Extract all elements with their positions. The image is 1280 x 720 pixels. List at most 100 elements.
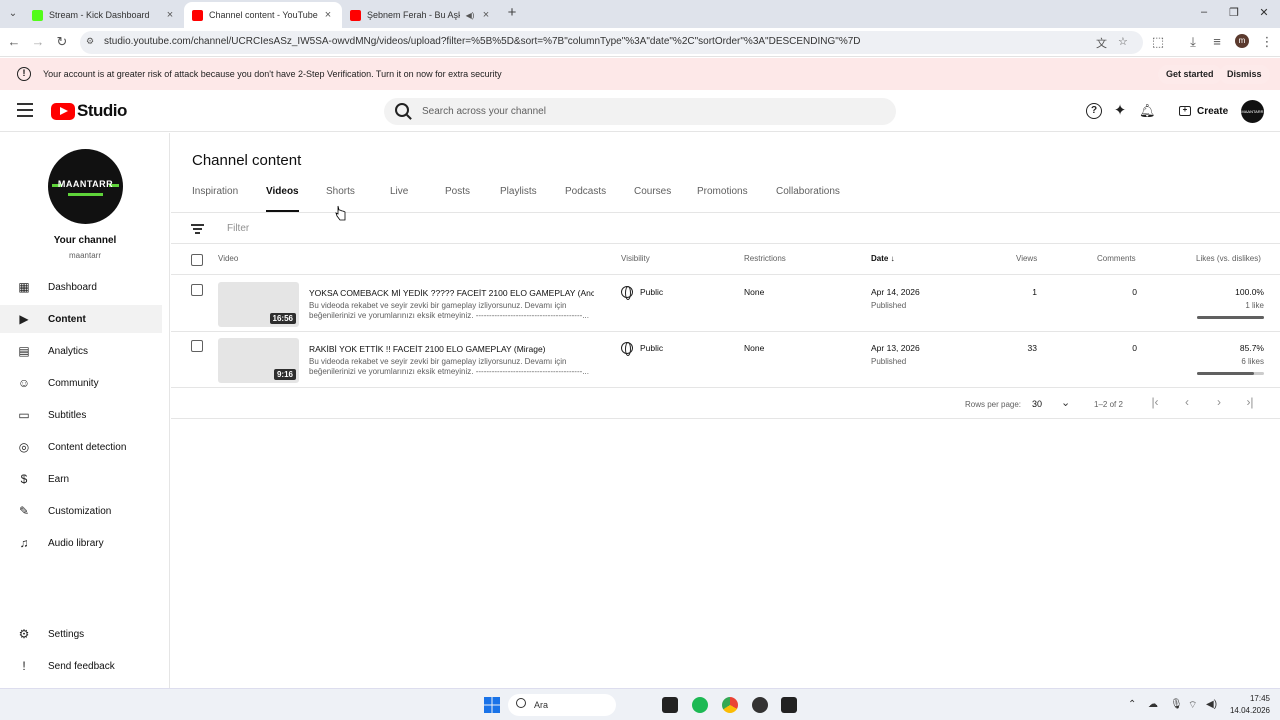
first-page-icon[interactable]: |‹ [1148, 395, 1162, 409]
sidebar-item-send-feedback[interactable]: ! Send feedback [0, 652, 162, 680]
dismiss-button[interactable]: Dismiss [1219, 65, 1270, 84]
rows-per-page-select[interactable]: 30 [1032, 399, 1042, 409]
sidebar-item-label: Send feedback [48, 660, 115, 672]
clock[interactable]: 17:45 14.04.2026 [1220, 693, 1270, 717]
tab-posts[interactable]: Posts [445, 186, 470, 212]
speaker-icon[interactable]: ◀) [464, 11, 476, 20]
previous-page-icon[interactable]: ‹ [1180, 395, 1194, 409]
table-row[interactable]: 9:16 RAKİBİ YOK ETTİK !! FACEİT 2100 ELO… [171, 332, 1280, 388]
get-started-button[interactable]: Get started [1158, 65, 1222, 84]
visibility-value[interactable]: Public [640, 343, 663, 353]
tray-chevron-icon[interactable]: ⌃ [1128, 699, 1136, 710]
video-title[interactable]: RAKİBİ YOK ETTİK !! FACEİT 2100 ELO GAME… [309, 344, 594, 354]
sidebar-item-audio-library[interactable]: ♫ Audio library [0, 529, 162, 557]
browser-tab-youtube-studio[interactable]: Channel content - YouTube Stu × [184, 2, 342, 28]
browser-tab-music[interactable]: Şebnem Ferah - Bu Aşk Fazl ◀) × [342, 2, 500, 28]
column-likes: Likes (vs. dislikes) [1196, 254, 1261, 263]
visibility-value[interactable]: Public [640, 287, 663, 297]
minimize-icon[interactable]: – [1194, 6, 1214, 18]
app-icon[interactable] [752, 697, 768, 713]
translate-icon[interactable]: 文 [1096, 35, 1107, 51]
channel-search-input[interactable]: Search across your channel [384, 98, 896, 125]
video-title[interactable]: YOKSA COMEBACK Mİ YEDİK ????? FACEİT 210… [309, 288, 594, 298]
sidebar-item-community[interactable]: ☺ Community [0, 369, 162, 397]
sparkle-icon[interactable]: ✦ [1112, 103, 1128, 119]
browser-profile-avatar[interactable]: m [1235, 34, 1249, 48]
tab-promotions[interactable]: Promotions [697, 186, 748, 212]
tab-search-icon[interactable]: ⌄ [5, 6, 21, 22]
sidebar-item-customization[interactable]: ✎ Customization [0, 497, 162, 525]
windows-start-icon[interactable] [484, 697, 500, 713]
row-checkbox[interactable] [191, 284, 203, 296]
sidebar-item-analytics[interactable]: ▤ Analytics [0, 337, 162, 365]
capcut-icon[interactable] [781, 697, 797, 713]
sidebar-item-content-detection[interactable]: ◎ Content detection [0, 433, 162, 461]
close-window-icon[interactable]: ✕ [1254, 6, 1274, 19]
media-controls-icon[interactable]: ≡ [1209, 34, 1225, 50]
sidebar-item-content[interactable]: ▶ Content [0, 305, 162, 333]
extensions-icon[interactable]: ⬚ [1150, 34, 1166, 50]
tab-courses[interactable]: Courses [634, 186, 671, 212]
notifications-bell-icon[interactable]: 🔔︎ [1139, 103, 1156, 119]
chevron-down-icon[interactable]: ⌄ [1061, 396, 1070, 409]
search-icon [395, 103, 409, 117]
sidebar-item-settings[interactable]: ⚙ Settings [0, 620, 162, 648]
site-info-icon[interactable]: ⚙ [86, 36, 98, 48]
row-checkbox[interactable] [191, 340, 203, 352]
hamburger-menu-icon[interactable] [17, 103, 33, 117]
url-text[interactable]: studio.youtube.com/channel/UCRCIesASz_IW… [104, 36, 861, 47]
next-page-icon[interactable]: › [1212, 395, 1226, 409]
video-thumbnail[interactable]: 16:56 [218, 282, 299, 327]
sidebar: MAANTARR Your channel maantarr ▦ Dashboa… [0, 133, 170, 688]
sidebar-item-label: Customization [48, 505, 112, 517]
create-button[interactable]: + Create [1171, 99, 1236, 123]
filter-icon[interactable] [191, 224, 204, 234]
channel-handle: maantarr [68, 251, 101, 260]
volume-icon[interactable]: ◀) [1206, 699, 1217, 710]
new-tab-icon[interactable]: + [505, 5, 519, 21]
back-icon[interactable]: ← [6, 34, 22, 50]
browser-tab-kick[interactable]: Stream - Kick Dashboard × [24, 2, 184, 28]
youtube-studio-logo[interactable]: Studio [51, 101, 127, 121]
taskbar-search[interactable]: Ara [508, 694, 616, 716]
tab-inspiration[interactable]: Inspiration [192, 186, 238, 212]
chrome-icon[interactable] [722, 697, 738, 713]
tray-app-icon[interactable]: ☁ [1148, 699, 1158, 710]
close-tab-icon[interactable]: × [164, 9, 176, 21]
community-icon: ☺ [17, 376, 31, 390]
comments-value: 0 [1132, 343, 1137, 353]
comments-value: 0 [1132, 287, 1137, 297]
tab-live[interactable]: Live [390, 186, 408, 212]
downloads-icon[interactable]: ⤓ [1185, 34, 1201, 50]
select-all-checkbox[interactable] [191, 254, 203, 266]
file-explorer-icon[interactable] [662, 697, 678, 713]
account-avatar[interactable]: MAANTARR [1241, 100, 1264, 123]
forward-icon[interactable]: → [30, 34, 46, 50]
table-row[interactable]: 16:56 YOKSA COMEBACK Mİ YEDİK ????? FACE… [171, 276, 1280, 332]
network-icon[interactable]: ⌔ [1188, 699, 1197, 712]
close-tab-icon[interactable]: × [480, 9, 492, 21]
column-video: Video [218, 254, 239, 263]
tab-videos[interactable]: Videos [266, 186, 299, 212]
video-thumbnail[interactable]: 9:16 [218, 338, 299, 383]
tab-collaborations[interactable]: Collaborations [776, 186, 840, 212]
help-icon[interactable]: ? [1086, 103, 1102, 119]
sidebar-item-dashboard[interactable]: ▦ Dashboard [0, 273, 162, 301]
bookmark-star-icon[interactable]: ☆ [1118, 35, 1128, 48]
channel-avatar[interactable]: MAANTARR [48, 149, 123, 224]
sidebar-item-earn[interactable]: $ Earn [0, 465, 162, 493]
last-page-icon[interactable]: ›| [1243, 395, 1257, 409]
close-tab-icon[interactable]: × [322, 9, 334, 21]
microphone-icon[interactable]: 🎙︎ [1170, 699, 1183, 710]
reload-icon[interactable]: ↻ [54, 34, 70, 50]
filter-input[interactable]: Filter [227, 223, 249, 234]
tab-playlists[interactable]: Playlists [500, 186, 537, 212]
tab-podcasts[interactable]: Podcasts [565, 186, 606, 212]
column-date[interactable]: Date ↓ [871, 254, 895, 263]
browser-menu-icon[interactable]: ⋮ [1259, 34, 1275, 50]
column-visibility: Visibility [621, 254, 650, 263]
sidebar-item-subtitles[interactable]: ▭ Subtitles [0, 401, 162, 429]
restore-icon[interactable]: ❐ [1224, 6, 1244, 19]
spotify-icon[interactable] [692, 697, 708, 713]
address-bar[interactable]: ⚙ studio.youtube.com/channel/UCRCIesASz_… [80, 31, 1143, 54]
